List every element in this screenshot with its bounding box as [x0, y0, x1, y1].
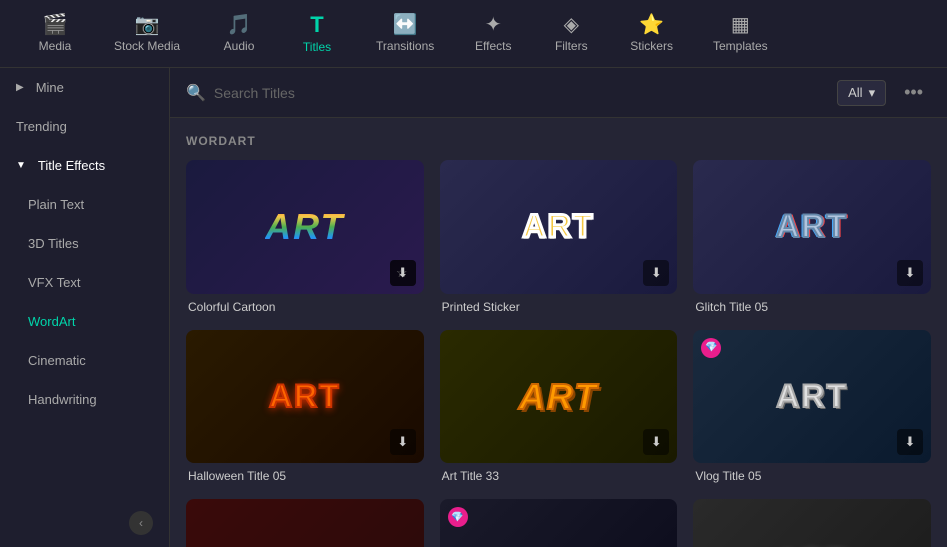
chevron-down-icon: ▾: [869, 85, 876, 101]
art-bottom1: ART: [186, 499, 424, 547]
sidebar-item-mine[interactable]: ▶ Mine: [0, 68, 169, 107]
nav-transitions[interactable]: ↔️ Transitions: [360, 7, 450, 61]
wordart-grid: ART ▷ ⋯ ☆ ⬇: [186, 160, 931, 547]
nav-filters[interactable]: ◈ Filters: [536, 7, 606, 61]
search-icon: 🔍: [186, 83, 206, 103]
thumb-halloween: ART ⬇: [186, 330, 424, 464]
download-btn-vlog[interactable]: ⬇: [897, 429, 923, 455]
nav-stickers[interactable]: ⭐ Stickers: [614, 7, 689, 61]
main-layout: ▶ Mine Trending ▼ Title Effects Plain Te…: [0, 68, 947, 547]
thumb-actions-top: ▷ ⋯: [194, 168, 252, 194]
thumb-colorful-cartoon: ART ▷ ⋯ ☆ ⬇: [186, 160, 424, 294]
label-printed-sticker: Printed Sticker: [440, 300, 678, 314]
content-area: 🔍 All ▾ ••• WORDART ART: [170, 68, 947, 547]
thumb-bottom3: ART ⬇: [693, 499, 931, 547]
thumb-bottom2: ART 💎 ⬇: [440, 499, 678, 547]
grid-item-glitch[interactable]: ART ⬇ Glitch Title 05: [693, 160, 931, 314]
nav-templates[interactable]: ▦ Templates: [697, 7, 784, 61]
titles-icon: T: [310, 14, 323, 36]
premium-badge-bottom2: 💎: [448, 507, 468, 527]
grid-item-bottom1[interactable]: ART ⬇: [186, 499, 424, 547]
thumb-printed-sticker: ART ⬇: [440, 160, 678, 294]
sidebar-item-vfx-text[interactable]: VFX Text: [0, 263, 169, 302]
stock-media-icon: 📷: [135, 15, 160, 35]
scroll-content: WORDART ART ▷ ⋯: [170, 118, 947, 547]
art-printed-sticker: ART: [440, 160, 678, 294]
nav-titles[interactable]: T Titles: [282, 6, 352, 62]
sidebar-item-handwriting[interactable]: Handwriting: [0, 380, 169, 419]
label-colorful-cartoon: Colorful Cartoon: [186, 300, 424, 314]
grid-item-halloween[interactable]: ART ⬇ Halloween Title 05: [186, 330, 424, 484]
grid-item-bottom2[interactable]: ART 💎 ⬇: [440, 499, 678, 547]
art-bottom3: ART: [693, 499, 931, 547]
thumb-bottom1: ART ⬇: [186, 499, 424, 547]
art-halloween: ART: [186, 330, 424, 464]
grid-item-vlog[interactable]: ART 💎 ⬇ Vlog Title 05: [693, 330, 931, 484]
preview-button[interactable]: ▷: [194, 168, 220, 194]
media-icon: 🎬: [43, 15, 68, 35]
sidebar-item-wordart[interactable]: WordArt: [0, 302, 169, 341]
label-halloween: Halloween Title 05: [186, 469, 424, 483]
templates-icon: ▦: [731, 15, 750, 35]
grid-item-bottom3[interactable]: ART ⬇: [693, 499, 931, 547]
more-options-button[interactable]: •••: [896, 78, 931, 107]
sidebar-item-3d-titles[interactable]: 3D Titles: [0, 224, 169, 263]
art-art33: ART: [440, 330, 678, 464]
grid-item-printed-sticker[interactable]: ART ⬇ Printed Sticker: [440, 160, 678, 314]
thumb-art33: ART ⬇: [440, 330, 678, 464]
nav-audio[interactable]: 🎵 Audio: [204, 7, 274, 61]
label-glitch: Glitch Title 05: [693, 300, 931, 314]
art-glitch: ART: [693, 160, 931, 294]
art-vlog: ART: [693, 330, 931, 464]
download-btn-colorful[interactable]: ⬇: [390, 260, 416, 286]
art-bottom2: ART: [440, 499, 678, 547]
sidebar-item-trending[interactable]: Trending: [0, 107, 169, 146]
audio-icon: 🎵: [227, 15, 252, 35]
download-btn-halloween[interactable]: ⬇: [390, 429, 416, 455]
sidebar-item-title-effects[interactable]: ▼ Title Effects: [0, 146, 169, 185]
transitions-icon: ↔️: [393, 15, 418, 35]
grid-item-art33[interactable]: ART ⬇ Art Title 33: [440, 330, 678, 484]
sidebar-item-cinematic[interactable]: Cinematic: [0, 341, 169, 380]
filters-icon: ◈: [564, 15, 579, 35]
premium-badge-vlog: 💎: [701, 338, 721, 358]
nav-effects[interactable]: ✦ Effects: [458, 7, 528, 61]
collapse-sidebar-button[interactable]: ‹: [129, 511, 153, 535]
search-input[interactable]: [214, 85, 827, 101]
thumb-vlog: ART 💎 ⬇: [693, 330, 931, 464]
search-wrapper: 🔍: [186, 83, 827, 103]
nav-stock-media[interactable]: 📷 Stock Media: [98, 7, 196, 61]
sidebar: ▶ Mine Trending ▼ Title Effects Plain Te…: [0, 68, 170, 547]
more-button[interactable]: ⋯: [226, 168, 252, 194]
search-bar: 🔍 All ▾ •••: [170, 68, 947, 118]
sidebar-collapse-area: ‹: [0, 499, 169, 547]
download-btn-art33[interactable]: ⬇: [643, 429, 669, 455]
top-navigation: 🎬 Media 📷 Stock Media 🎵 Audio T Titles ↔…: [0, 0, 947, 68]
grid-item-colorful-cartoon[interactable]: ART ▷ ⋯ ☆ ⬇: [186, 160, 424, 314]
sidebar-item-plain-text[interactable]: Plain Text: [0, 185, 169, 224]
title-effects-chevron: ▼: [16, 160, 26, 171]
download-btn-glitch[interactable]: ⬇: [897, 260, 923, 286]
download-btn-printed[interactable]: ⬇: [643, 260, 669, 286]
thumb-glitch: ART ⬇: [693, 160, 931, 294]
section-title: WORDART: [186, 134, 931, 148]
nav-media[interactable]: 🎬 Media: [20, 7, 90, 61]
stickers-icon: ⭐: [639, 15, 664, 35]
effects-icon: ✦: [485, 15, 502, 35]
label-vlog: Vlog Title 05: [693, 469, 931, 483]
filter-all-button[interactable]: All ▾: [837, 80, 886, 106]
label-art33: Art Title 33: [440, 469, 678, 483]
mine-chevron: ▶: [16, 82, 24, 93]
